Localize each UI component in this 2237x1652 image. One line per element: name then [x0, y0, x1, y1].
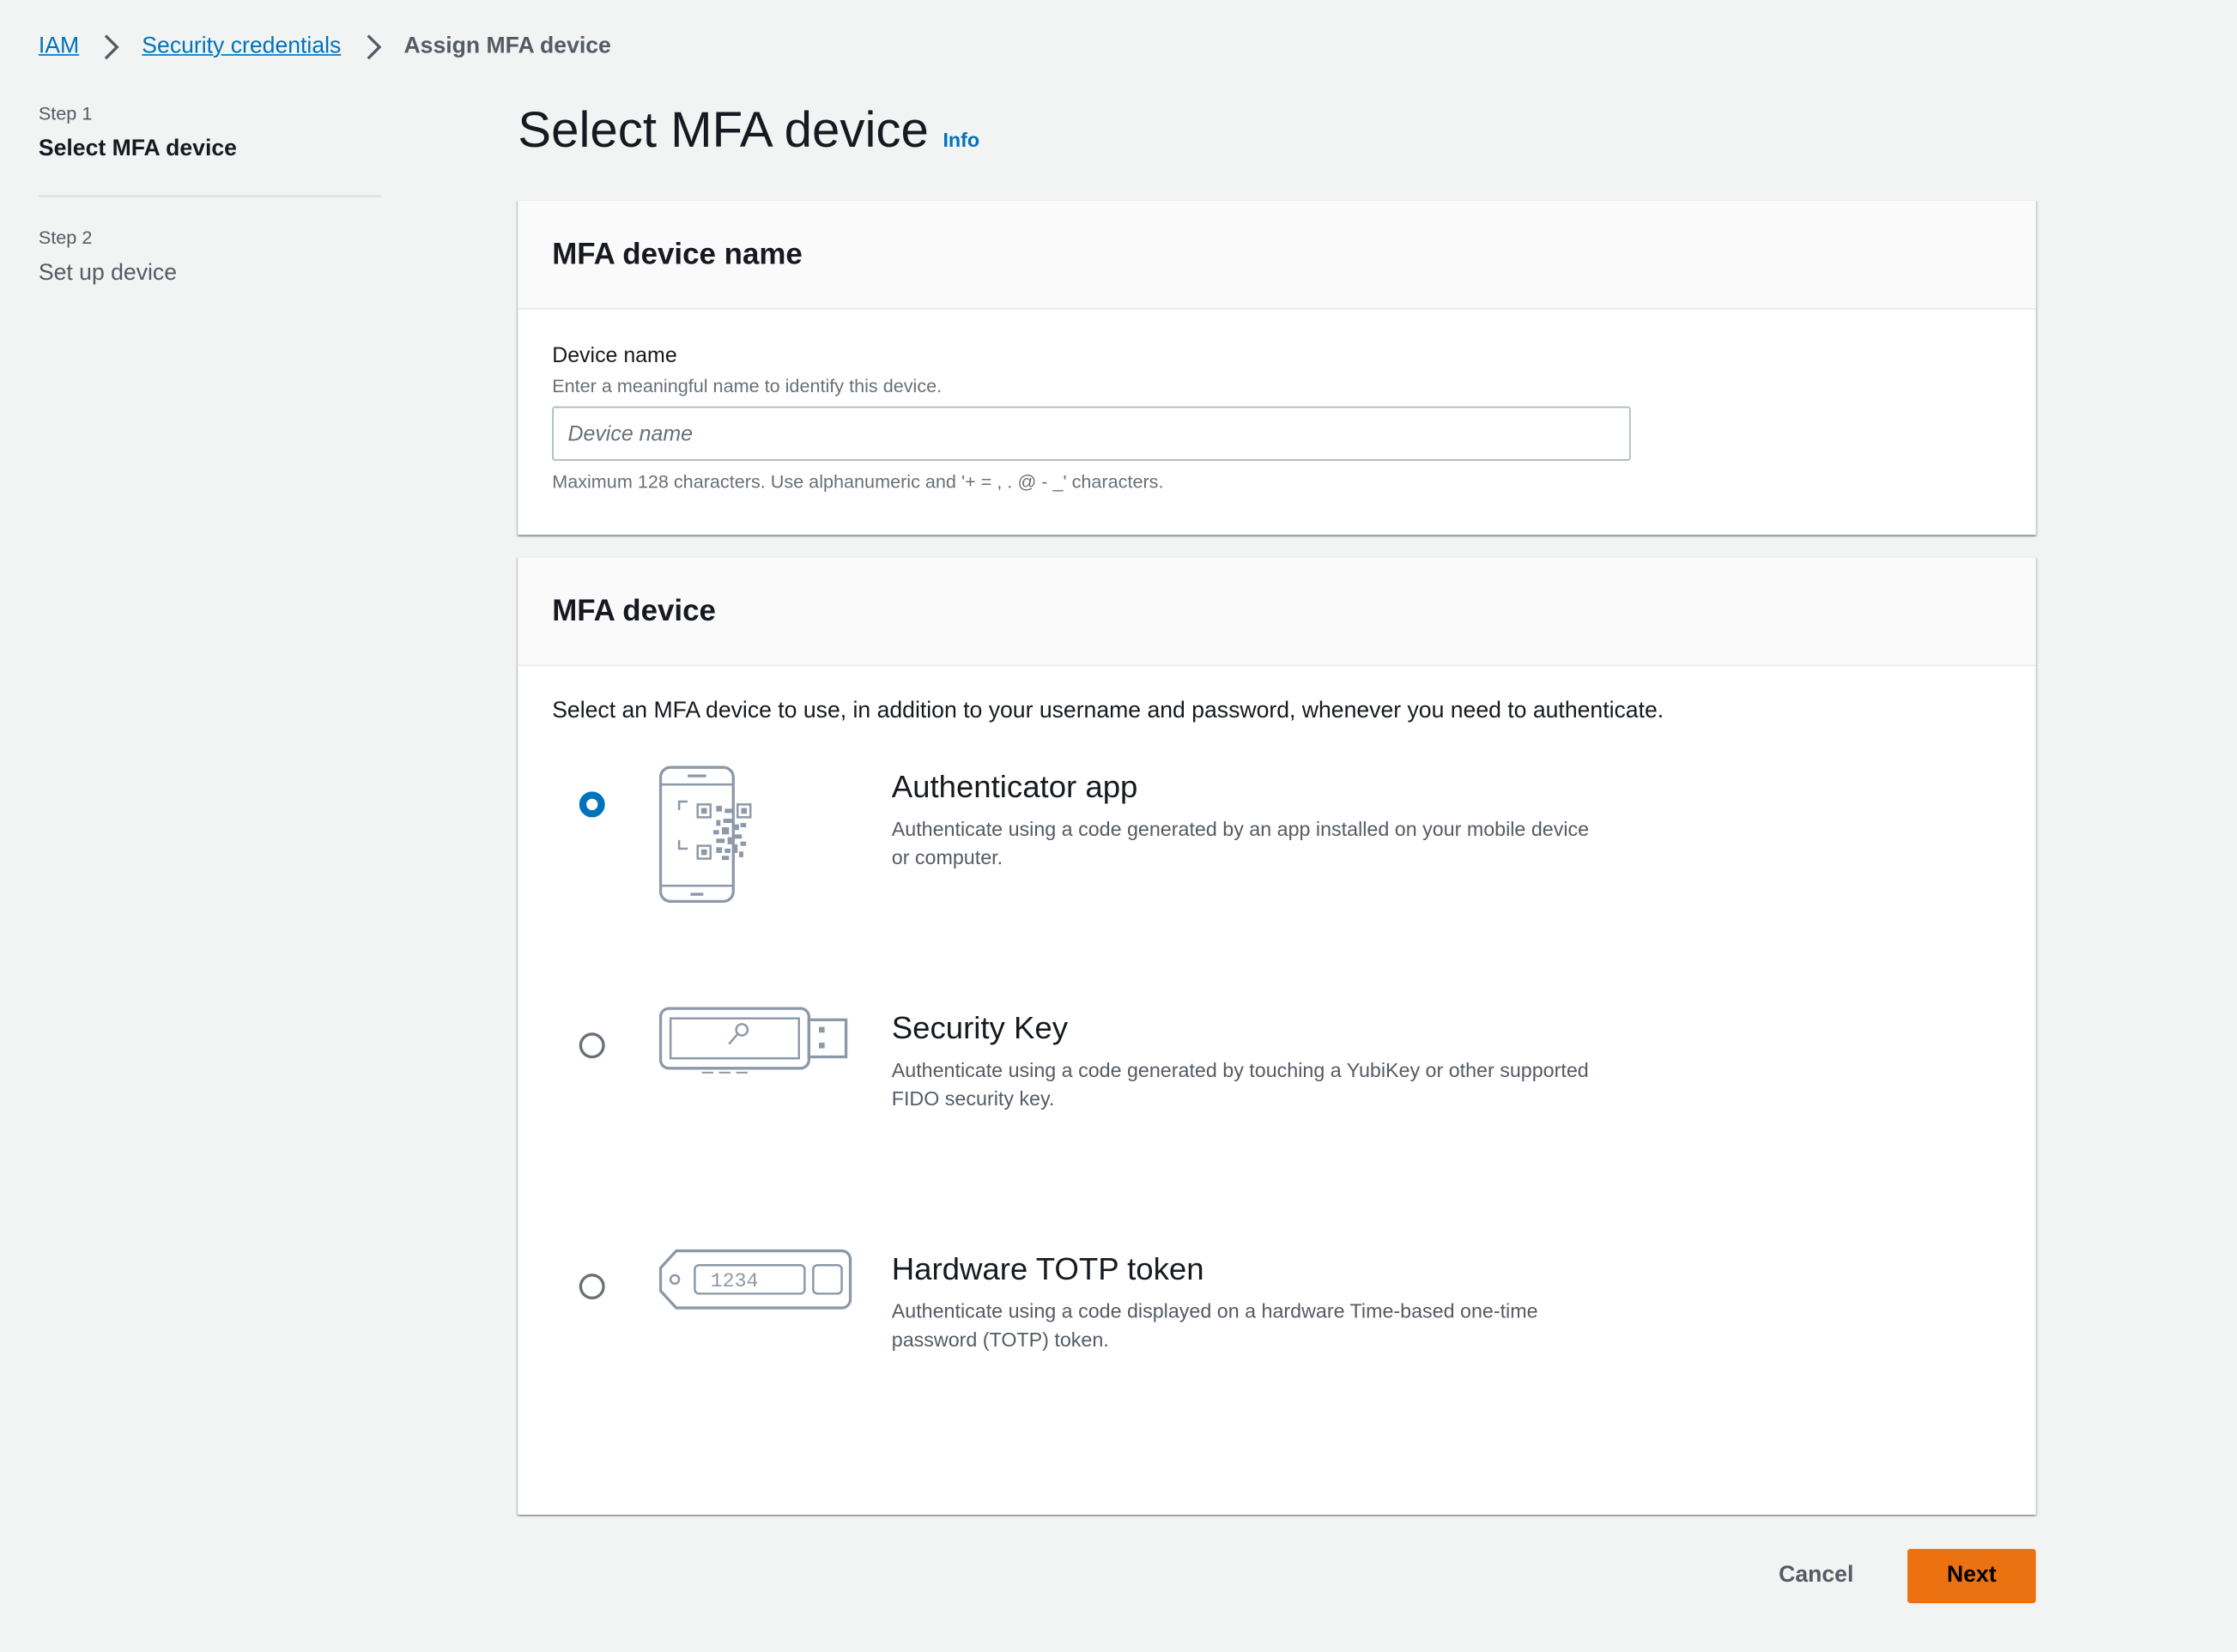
breadcrumb-current-page: Assign MFA device: [403, 33, 611, 59]
device-name-input[interactable]: [552, 406, 1631, 461]
totp-token-icon: 1234: [658, 1249, 852, 1310]
device-name-description: Enter a meaningful name to identify this…: [552, 375, 943, 397]
device-name-constraint: Maximum 128 characters. Use alphanumeric…: [552, 470, 1164, 493]
page-header: Select MFA device Info: [518, 103, 979, 160]
panel-heading: MFA device name: [552, 237, 803, 270]
mfa-option-hardware-totp[interactable]: 1234 Hardware TOTP token Authenticate us…: [518, 1249, 2001, 1419]
security-key-radio[interactable]: [579, 1032, 605, 1059]
panel-header: MFA device: [518, 557, 2036, 667]
mfa-option-authenticator-app[interactable]: Authenticator app Authenticate using a c…: [518, 765, 2001, 937]
phone-qr-icon: [658, 765, 752, 904]
step-number: Step 1: [38, 102, 93, 124]
info-link[interactable]: Info: [943, 129, 979, 152]
usb-security-key-icon: [658, 1007, 848, 1074]
option-title: Security Key: [891, 1009, 1069, 1046]
step-divider: [38, 195, 381, 197]
chevron-right-icon: [105, 34, 120, 60]
device-name-label: Device name: [552, 343, 677, 368]
step-title: Set up device: [38, 261, 178, 286]
page: IAM Security credentials Assign MFA devi…: [0, 0, 2237, 1652]
panel-body: Device name Enter a meaningful name to i…: [518, 310, 2035, 493]
hardware-totp-radio[interactable]: [579, 1274, 605, 1300]
chevron-right-icon: [367, 34, 382, 60]
mfa-device-panel: MFA device Select an MFA device to use, …: [518, 556, 2036, 1516]
page-title: Select MFA device: [518, 102, 929, 159]
option-description: Authenticate using a code generated by a…: [891, 817, 1590, 868]
panel-heading: MFA device: [552, 594, 716, 627]
cancel-button[interactable]: Cancel: [1752, 1549, 1881, 1603]
step-number: Step 2: [38, 227, 93, 249]
token-display-text: 1234: [711, 1270, 759, 1292]
breadcrumb-iam-link[interactable]: IAM: [39, 34, 79, 60]
breadcrumb-security-credentials-link[interactable]: Security credentials: [142, 34, 341, 60]
step-title: Select MFA device: [38, 136, 237, 161]
option-description: Authenticate using a code displayed on a…: [891, 1299, 1538, 1351]
wizard-steps: Step 1 Select MFA device Step 2 Set up d…: [38, 103, 381, 287]
panel-body: Select an MFA device to use, in addition…: [518, 666, 2035, 724]
device-name-panel: MFA device name Device name Enter a mean…: [518, 199, 2036, 536]
panel-header: MFA device name: [518, 201, 2036, 310]
wizard-step-2: Step 2 Set up device: [39, 227, 381, 287]
next-button[interactable]: Next: [1907, 1548, 2036, 1604]
option-description: Authenticate using a code generated by t…: [891, 1058, 1589, 1110]
authenticator-app-radio[interactable]: [579, 791, 605, 818]
option-title: Authenticator app: [891, 768, 1138, 805]
option-title: Hardware TOTP token: [891, 1250, 1204, 1287]
wizard-step-1: Step 1 Select MFA device: [39, 103, 381, 163]
mfa-intro-text: Select an MFA device to use, in addition…: [552, 699, 1664, 723]
mfa-option-security-key[interactable]: Security Key Authenticate using a code g…: [518, 1007, 2001, 1178]
breadcrumb: IAM Security credentials Assign MFA devi…: [39, 32, 611, 64]
